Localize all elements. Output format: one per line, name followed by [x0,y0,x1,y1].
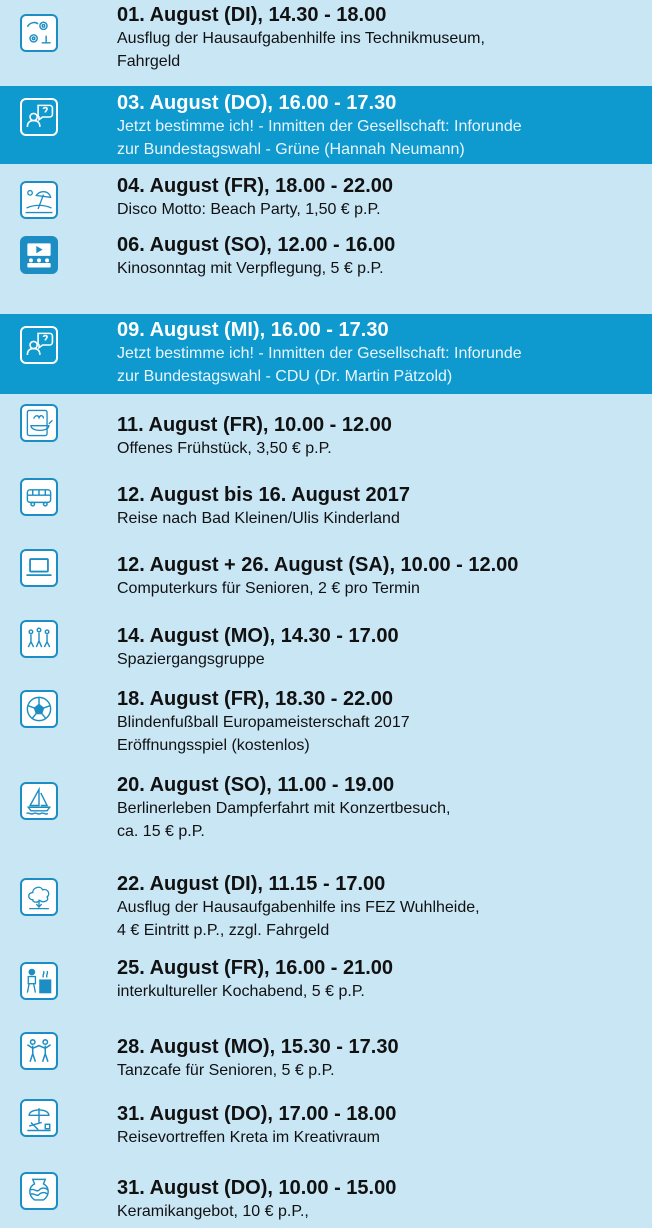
event-description-line: zur Bundestagswahl - CDU (Dr. Martin Pät… [117,368,453,385]
cinema-icon [20,236,58,274]
dancing-icon [20,1032,58,1070]
event-description: Reise nach Bad Kleinen/Ulis Kinderland [117,507,646,530]
event-description-line: Jetzt bestimme ich! - Inmitten der Gesel… [117,345,522,362]
event-item: 12. August + 26. August (SA), 10.00 - 12… [0,545,652,605]
event-title: 12. August + 26. August (SA), 10.00 - 12… [117,554,519,576]
event-description-line: Reise nach Bad Kleinen/Ulis Kinderland [117,510,400,527]
event-title: 03. August (DO), 16.00 - 17.30 [117,92,397,114]
event-item-highlighted: 03. August (DO), 16.00 - 17.30 Jetzt bes… [0,86,652,164]
gears-person-icon [20,14,58,52]
event-description: Berlinerleben Dampferfahrt mit Konzertbe… [117,797,646,843]
event-description: Jetzt bestimme ich! - Inmitten der Gesel… [117,115,646,161]
event-description-line: Spaziergangsgruppe [117,651,265,668]
event-title: 11. August (FR), 10.00 - 12.00 [117,414,392,436]
event-item: 04. August (FR), 18.00 - 22.00 Disco Mot… [0,171,652,231]
event-description-line: Disco Motto: Beach Party, 1,50 € p.P. [117,201,381,218]
event-title: 18. August (FR), 18.30 - 22.00 [117,688,394,710]
bus-icon [20,478,58,516]
event-description: Disco Motto: Beach Party, 1,50 € p.P. [117,198,646,221]
event-item: 20. August (SO), 11.00 - 19.00 Berlinerl… [0,766,652,846]
tree-icon [20,878,58,916]
event-title: 28. August (MO), 15.30 - 17.30 [117,1036,399,1058]
event-description-line: Keramikangebot, 10 € p.P., [117,1203,309,1220]
event-description: Jetzt bestimme ich! - Inmitten der Gesel… [117,342,646,388]
event-item: 01. August (DI), 14.30 - 18.00 Ausflug d… [0,0,652,78]
event-title: 31. August (DO), 17.00 - 18.00 [117,1103,397,1125]
event-description-line: Jetzt bestimme ich! - Inmitten der Gesel… [117,118,522,135]
breakfast-icon [20,404,58,442]
event-description: Blindenfußball Europameisterschaft 2017 E… [117,711,646,757]
event-description-line: Tanzcafe für Senioren, 5 € p.P. [117,1062,335,1079]
event-description: Tanzcafe für Senioren, 5 € p.P. [117,1059,646,1082]
walking-group-icon [20,620,58,658]
event-item: 11. August (FR), 10.00 - 12.00 Offenes F… [0,404,652,464]
event-description: Reisevortreffen Kreta im Kreativraum [117,1126,646,1149]
event-item: 18. August (FR), 18.30 - 22.00 Blindenfu… [0,680,652,760]
event-list: 01. August (DI), 14.30 - 18.00 Ausflug d… [0,0,652,1228]
event-item: 31. August (DO), 10.00 - 15.00 Keramikan… [0,1162,652,1228]
laptop-icon [20,549,58,587]
event-description: Keramikangebot, 10 € p.P., [117,1200,646,1223]
event-description-line: Computerkurs für Senioren, 2 € pro Termi… [117,580,420,597]
cooking-icon [20,962,58,1000]
beach-umbrella-icon [20,181,58,219]
event-description: Kinosonntag mit Verpflegung, 5 € p.P. [117,257,646,280]
event-title: 14. August (MO), 14.30 - 17.00 [117,625,399,647]
event-item: 06. August (SO), 12.00 - 16.00 Kinosonnt… [0,230,652,290]
event-item: 12. August bis 16. August 2017 Reise nac… [0,474,652,534]
event-description-line: Ausflug der Hausaufgabenhilfe ins FEZ Wu… [117,899,480,916]
event-title: 04. August (FR), 18.00 - 22.00 [117,175,394,197]
event-item: 22. August (DI), 11.15 - 17.00 Ausflug d… [0,868,652,948]
question-person-icon [20,326,58,364]
event-description-line: Ausflug der Hausaufgabenhilfe ins Techni… [117,30,485,47]
event-description-line: ca. 15 € p.P. [117,823,205,840]
event-description-line: Kinosonntag mit Verpflegung, 5 € p.P. [117,260,384,277]
event-item: 31. August (DO), 17.00 - 18.00 Reisevort… [0,1095,652,1155]
event-description: Ausflug der Hausaufgabenhilfe ins FEZ Wu… [117,896,646,942]
event-description-line: Offenes Frühstück, 3,50 € p.P. [117,440,332,457]
event-description: Spaziergangsgruppe [117,648,646,671]
event-description: Ausflug der Hausaufgabenhilfe ins Techni… [117,27,646,73]
event-title: 06. August (SO), 12.00 - 16.00 [117,234,396,256]
event-description: Offenes Frühstück, 3,50 € p.P. [117,437,646,460]
event-description-line: zur Bundestagswahl - Grüne (Hannah Neuma… [117,141,465,158]
soccer-ball-icon [20,690,58,728]
question-person-icon [20,98,58,136]
event-item: 25. August (FR), 16.00 - 21.00 interkult… [0,952,652,1012]
event-title: 09. August (MI), 16.00 - 17.30 [117,319,389,341]
event-description-line: Eröffnungsspiel (kostenlos) [117,737,310,754]
event-description-line: Fahrgeld [117,53,181,70]
beach-chair-icon [20,1099,58,1137]
event-title: 20. August (SO), 11.00 - 19.00 [117,774,395,796]
pottery-icon [20,1172,58,1210]
event-title: 31. August (DO), 10.00 - 15.00 [117,1177,397,1199]
event-item-highlighted: 09. August (MI), 16.00 - 17.30 Jetzt bes… [0,314,652,394]
event-title: 25. August (FR), 16.00 - 21.00 [117,957,394,979]
event-title: 22. August (DI), 11.15 - 17.00 [117,873,386,895]
sailboat-icon [20,782,58,820]
event-title: 01. August (DI), 14.30 - 18.00 [117,4,387,26]
event-description: Computerkurs für Senioren, 2 € pro Termi… [117,577,646,600]
event-item: 14. August (MO), 14.30 - 17.00 Spazierga… [0,616,652,676]
event-description-line: interkultureller Kochabend, 5 € p.P. [117,983,365,1000]
event-description: interkultureller Kochabend, 5 € p.P. [117,980,646,1003]
event-item: 28. August (MO), 15.30 - 17.30 Tanzcafe … [0,1026,652,1086]
event-description-line: Berlinerleben Dampferfahrt mit Konzertbe… [117,800,451,817]
event-title: 12. August bis 16. August 2017 [117,484,411,506]
event-description-line: Blindenfußball Europameisterschaft 2017 [117,714,410,731]
event-description-line: Reisevortreffen Kreta im Kreativraum [117,1129,380,1146]
event-description-line: 4 € Eintritt p.P., zzgl. Fahrgeld [117,922,330,939]
